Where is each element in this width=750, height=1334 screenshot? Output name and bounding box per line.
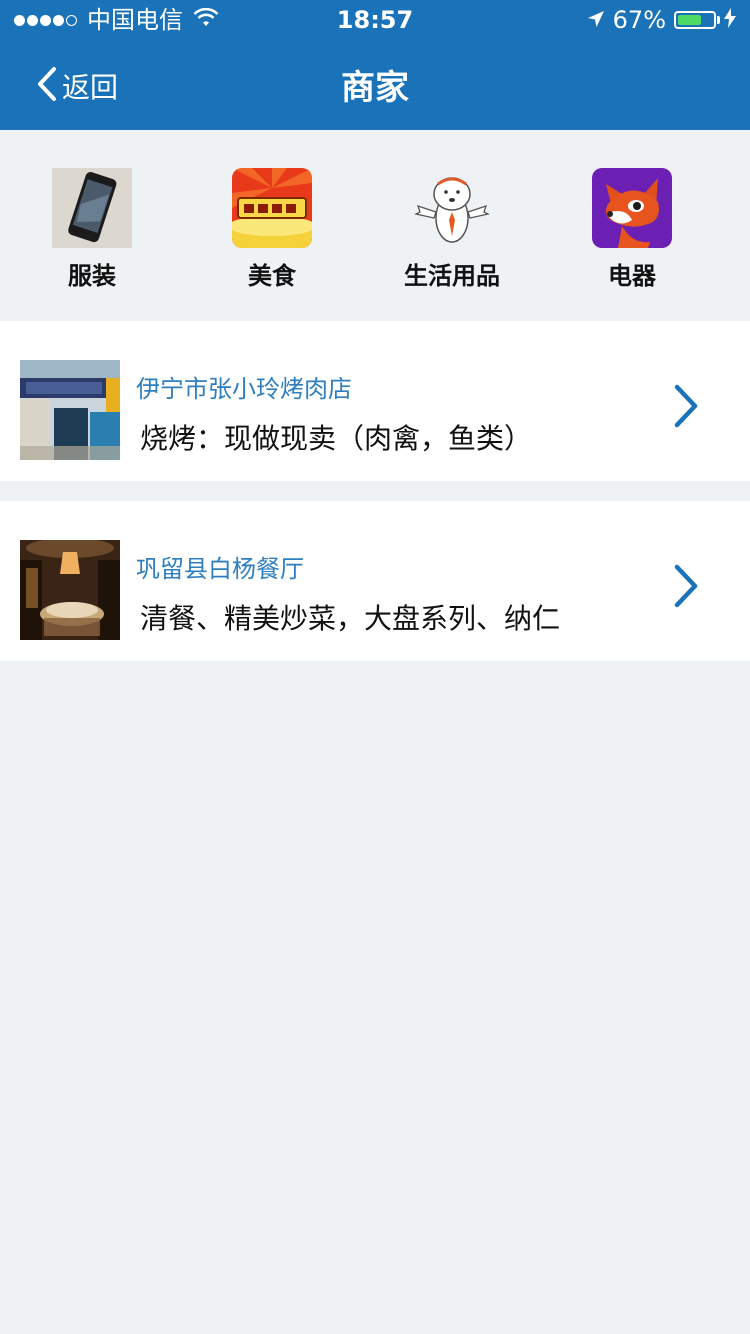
battery-percent: 67% — [612, 6, 666, 34]
charging-bolt-icon — [724, 0, 736, 40]
phone-photo-icon — [52, 168, 132, 248]
chevron-right-icon — [672, 563, 700, 613]
battery-nub — [717, 16, 720, 24]
battery-icon — [674, 11, 716, 29]
category-label: 电器 — [608, 262, 656, 290]
category-appliances[interactable]: 电器 — [562, 168, 702, 291]
shop-thumbnail — [20, 540, 120, 640]
status-right: 67% — [587, 0, 736, 40]
shop-description: 清餐、精美炒菜，大盘系列、纳仁 — [140, 602, 561, 635]
cartoon-figure-icon — [412, 168, 492, 248]
shop-description: 烧烤：现做现卖（肉禽，鱼类） — [140, 422, 533, 455]
category-label: 服装 — [68, 262, 116, 290]
lottery-icon — [232, 168, 312, 248]
fox-icon — [592, 168, 672, 248]
shop-thumbnail — [20, 360, 120, 460]
navigation-bar: 返回 商家 — [0, 40, 750, 130]
category-grid: 服装 美食 生活用品 电器 — [0, 168, 750, 291]
category-clothing[interactable]: 服装 — [22, 168, 162, 291]
shop-card[interactable]: 伊宁市张小玲烤肉店 烧烤：现做现卖（肉禽，鱼类） — [0, 321, 750, 481]
category-daily-goods[interactable]: 生活用品 — [382, 168, 522, 291]
location-arrow-icon — [587, 0, 605, 40]
category-label: 美食 — [248, 262, 296, 290]
shop-name: 伊宁市张小玲烤肉店 — [136, 375, 352, 403]
top-bar: 中国电信 18:57 67% 返回 商家 — [0, 0, 750, 130]
category-food[interactable]: 美食 — [202, 168, 342, 291]
page-title: 商家 — [341, 68, 409, 108]
chevron-right-icon — [672, 383, 700, 433]
battery-level-fill — [678, 15, 701, 25]
shop-card[interactable]: 巩留县白杨餐厅 清餐、精美炒菜，大盘系列、纳仁 — [0, 501, 750, 661]
category-label: 生活用品 — [404, 262, 500, 290]
shop-name: 巩留县白杨餐厅 — [136, 555, 304, 583]
status-bar: 中国电信 18:57 67% — [0, 0, 750, 40]
